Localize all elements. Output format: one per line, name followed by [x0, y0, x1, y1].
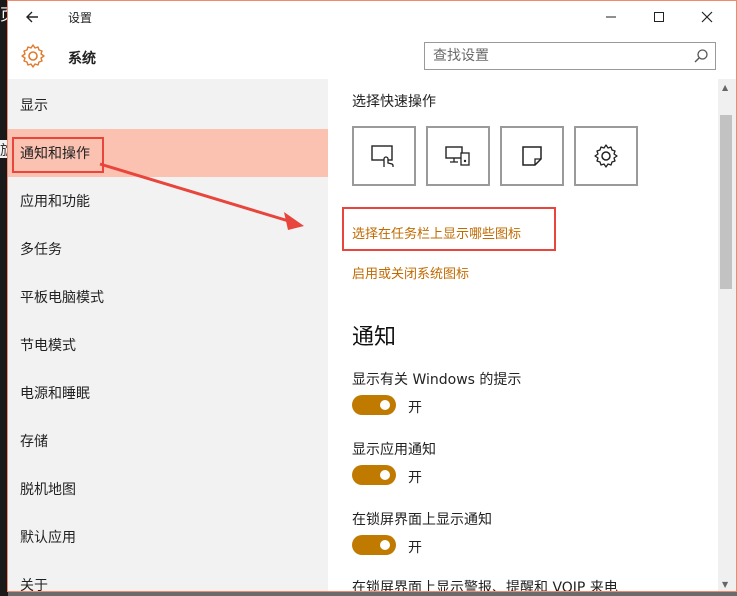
sidebar-item-label: 通知和操作 — [20, 146, 90, 162]
window-title: 设置 — [68, 11, 93, 25]
sidebar-item-label: 应用和功能 — [20, 194, 90, 210]
page-header: 系统 — [8, 33, 736, 79]
project-icon — [445, 146, 470, 166]
sidebar-item-multitasking[interactable]: 多任务 — [8, 225, 328, 273]
toggle-knob — [380, 470, 390, 480]
minimize-button[interactable] — [588, 1, 634, 33]
taskbar-icons-link[interactable]: 选择在任务栏上显示哪些图标 — [352, 223, 521, 242]
setting-lockscreen-alarms-label: 在锁屏界面上显示警报、提醒和 VOIP 来电 — [352, 580, 618, 592]
sidebar-item-about[interactable]: 关于 — [8, 561, 328, 592]
scroll-down-icon[interactable]: ▼ — [722, 580, 728, 589]
lockscreen-notifications-toggle-state: 开 — [408, 540, 422, 556]
sidebar-item-notifications[interactable]: 通知和操作 — [8, 129, 328, 177]
sidebar-item-power-sleep[interactable]: 电源和睡眠 — [8, 369, 328, 417]
scroll-up-icon[interactable]: ▲ — [722, 83, 728, 92]
sidebar-item-apps[interactable]: 应用和功能 — [8, 177, 328, 225]
title-bar: 设置 — [8, 1, 736, 33]
close-button[interactable] — [684, 1, 730, 33]
sidebar-item-label: 默认应用 — [20, 530, 76, 546]
content-scrollbar[interactable]: ▲ ▼ — [718, 79, 736, 591]
app-notifications-toggle-state: 开 — [408, 470, 422, 486]
quick-action-project[interactable] — [426, 126, 490, 186]
maximize-icon — [654, 12, 664, 22]
quick-action-note[interactable] — [500, 126, 564, 186]
quick-action-settings[interactable] — [574, 126, 638, 186]
system-icons-link[interactable]: 启用或关闭系统图标 — [352, 263, 469, 282]
main-content: 选择快速操作 选择在任务栏上显示哪些图标 启用或关闭系统图标 通知 显示有关 W… — [328, 79, 718, 592]
settings-icon — [594, 144, 618, 168]
sidebar-item-label: 节电模式 — [20, 338, 76, 354]
tablet-mode-icon — [371, 145, 394, 167]
maximize-button[interactable] — [636, 1, 682, 33]
sidebar-item-label: 平板电脑模式 — [20, 290, 104, 306]
setting-lockscreen-notifications-label: 在锁屏界面上显示通知 — [352, 512, 492, 528]
sidebar-item-label: 电源和睡眠 — [20, 386, 90, 402]
sidebar-item-battery-saver[interactable]: 节电模式 — [8, 321, 328, 369]
page-title: 系统 — [68, 51, 96, 67]
quick-action-tablet-mode[interactable] — [352, 126, 416, 186]
sidebar-item-label: 存储 — [20, 434, 48, 450]
search-input[interactable] — [425, 43, 685, 69]
sidebar-item-label: 多任务 — [20, 242, 62, 258]
windows-tips-toggle[interactable] — [352, 395, 396, 415]
setting-windows-tips-label: 显示有关 Windows 的提示 — [352, 372, 522, 388]
back-button[interactable] — [20, 5, 44, 29]
sidebar-item-default-apps[interactable]: 默认应用 — [8, 513, 328, 561]
notifications-section-title: 通知 — [352, 325, 397, 350]
quick-actions-title: 选择快速操作 — [352, 94, 436, 110]
windows-tips-toggle-state: 开 — [408, 400, 422, 416]
back-arrow-icon — [26, 11, 38, 23]
sidebar-item-offline-maps[interactable]: 脱机地图 — [8, 465, 328, 513]
toggle-knob — [380, 540, 390, 550]
setting-app-notifications-label: 显示应用通知 — [352, 442, 436, 458]
sidebar-item-storage[interactable]: 存储 — [8, 417, 328, 465]
sidebar-item-display[interactable]: 显示 — [8, 81, 328, 129]
search-icon[interactable] — [693, 48, 709, 64]
sidebar-item-label: 脱机地图 — [20, 482, 76, 498]
lockscreen-notifications-toggle[interactable] — [352, 535, 396, 555]
minimize-icon — [606, 16, 616, 18]
sidebar-item-tablet-mode[interactable]: 平板电脑模式 — [8, 273, 328, 321]
note-icon — [522, 146, 542, 166]
search-box[interactable] — [424, 42, 716, 70]
gear-icon — [21, 44, 45, 68]
sidebar-item-label: 关于 — [20, 578, 48, 592]
sidebar: 显示 通知和操作 应用和功能 多任务 平板电脑模式 节电模式 电源和睡眠 存储 … — [8, 79, 328, 592]
app-notifications-toggle[interactable] — [352, 465, 396, 485]
toggle-knob — [380, 400, 390, 410]
close-icon — [701, 11, 713, 23]
sidebar-item-label: 显示 — [20, 98, 48, 114]
settings-window: 设置 系统 显示 通知和操作 应用和功能 多任务 平板电脑模式 节电 — [7, 0, 737, 592]
scroll-thumb[interactable] — [720, 115, 732, 289]
